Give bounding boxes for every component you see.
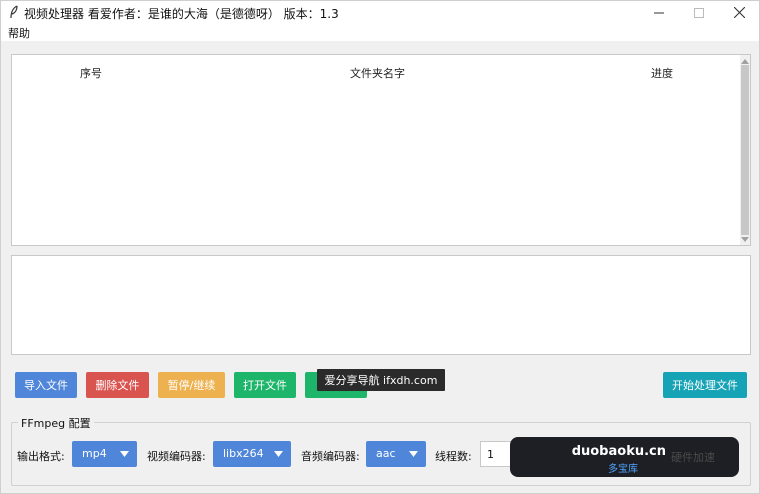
log-output-area[interactable] [11, 255, 751, 355]
menu-help[interactable]: 帮助 [8, 25, 30, 41]
minimize-button[interactable] [637, 1, 681, 24]
maximize-button[interactable] [677, 1, 721, 24]
audio-codec-value: aac [376, 447, 396, 460]
chevron-down-icon [409, 451, 418, 457]
pause-resume-button[interactable]: 暂停/继续 [158, 372, 225, 398]
chevron-down-icon [120, 451, 129, 457]
scroll-down-arrow-icon[interactable] [741, 237, 749, 243]
maximize-icon [694, 7, 704, 18]
scroll-thumb[interactable] [741, 65, 749, 235]
window-title: 视频处理器 看爱作者：是谁的大海（是德德呀） 版本：1.3 [24, 7, 339, 21]
minimize-icon [654, 12, 664, 13]
feather-icon [10, 5, 18, 19]
open-file-button[interactable]: 打开文件 [234, 372, 296, 398]
video-codec-select[interactable]: libx264 [213, 441, 291, 467]
start-processing-button[interactable]: 开始处理文件 [663, 372, 747, 398]
scroll-up-arrow-icon[interactable] [741, 58, 749, 64]
menu-bar: 帮助 [1, 24, 759, 41]
output-format-label: 输出格式: [17, 450, 65, 463]
hardware-accel-label: 硬件加速 [671, 451, 715, 464]
title-bar[interactable]: 视频处理器 看爱作者：是谁的大海（是德德呀） 版本：1.3 [1, 1, 759, 24]
output-format-select[interactable]: mp4 [72, 441, 137, 467]
column-header-progress[interactable]: 进度 [651, 65, 673, 81]
video-codec-value: libx264 [223, 447, 264, 460]
close-button[interactable] [717, 1, 760, 24]
column-header-index[interactable]: 序号 [80, 65, 102, 81]
output-format-value: mp4 [82, 447, 107, 460]
video-codec-label: 视频编码器: [147, 450, 206, 463]
file-list-table[interactable]: 序号 文件夹名字 进度 [11, 54, 751, 246]
delete-file-button[interactable]: 删除文件 [86, 372, 149, 398]
file-list-scrollbar[interactable] [740, 55, 750, 245]
chevron-down-icon [274, 451, 283, 457]
close-icon [733, 7, 745, 18]
watermark-overlay: 爱分享导航 ifxdh.com [317, 369, 445, 391]
watermark-site-name: 多宝库 [608, 464, 638, 475]
ffmpeg-config-legend: FFmpeg 配置 [18, 415, 94, 431]
site-watermark-overlay: duobaoku.cn 多宝库 硬件加速 [510, 437, 739, 477]
import-file-button[interactable]: 导入文件 [15, 372, 77, 398]
thread-count-label: 线程数: [435, 450, 472, 463]
audio-codec-label: 音频编码器: [301, 450, 360, 463]
audio-codec-select[interactable]: aac [366, 441, 426, 467]
app-window: 视频处理器 看爱作者：是谁的大海（是德德呀） 版本：1.3 帮助 序号 文件夹名… [0, 0, 760, 494]
watermark-domain: duobaoku.cn [571, 444, 666, 459]
column-header-folder-name[interactable]: 文件夹名字 [350, 65, 405, 81]
